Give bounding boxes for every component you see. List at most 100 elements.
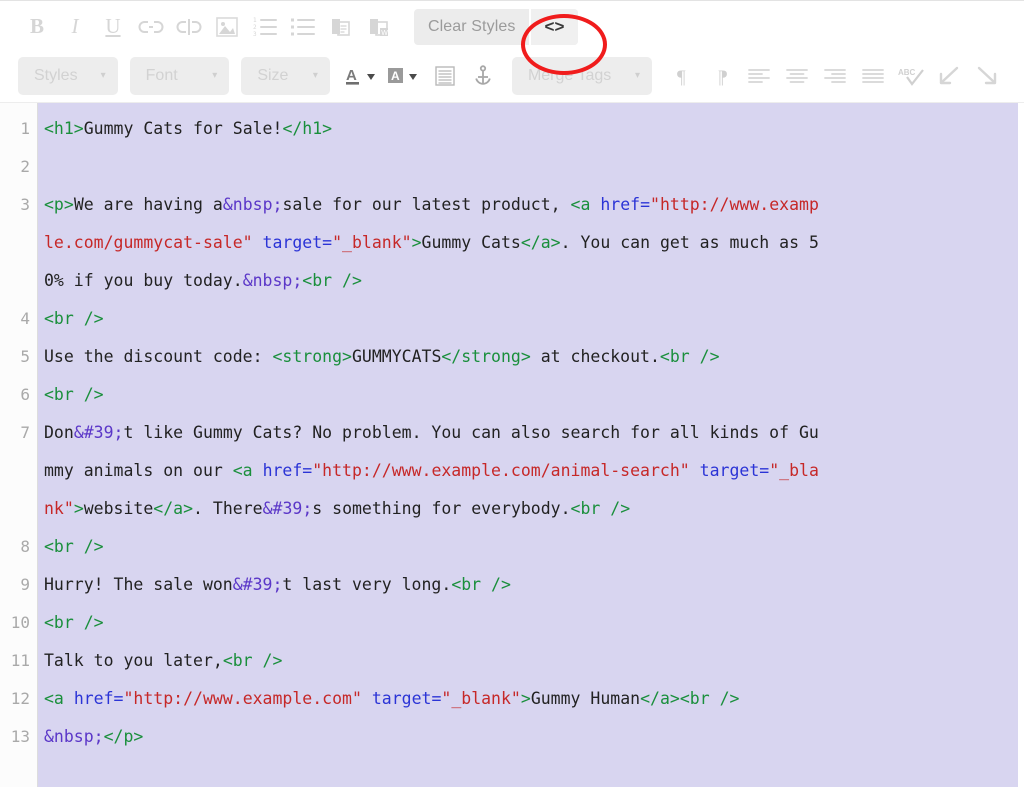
italic-button[interactable]: I <box>56 10 94 44</box>
code-token-tag: <br /> <box>44 385 104 404</box>
source-code-button[interactable]: <> <box>529 9 577 45</box>
svg-text:1: 1 <box>253 17 257 24</box>
code-line[interactable]: <h1>Gummy Cats for Sale!</h1> <box>44 110 1018 148</box>
code-token-attr: target= <box>700 461 770 480</box>
styles-dropdown[interactable]: Styles ▾ <box>18 57 118 95</box>
font-dropdown[interactable]: Font ▾ <box>130 57 230 95</box>
code-line[interactable]: &nbsp;</p> <box>44 718 1018 756</box>
align-center-icon[interactable] <box>778 59 816 93</box>
code-token-tag: </a> <box>521 233 561 252</box>
align-right-icon[interactable] <box>816 59 854 93</box>
align-left-icon[interactable] <box>740 59 778 93</box>
bullet-list-icon[interactable] <box>284 10 322 44</box>
code-token-tag: <br /> <box>44 613 104 632</box>
code-line[interactable]: Talk to you later,<br /> <box>44 642 1018 680</box>
code-token-txt: Gummy Human <box>531 689 640 708</box>
size-dropdown[interactable]: Size ▾ <box>241 57 330 95</box>
chevron-down-icon: ▾ <box>212 70 217 81</box>
code-token-txt: Talk to you later, <box>44 651 223 670</box>
align-justify-icon[interactable] <box>854 59 892 93</box>
code-token-txt: Don <box>44 423 74 442</box>
svg-text:¶: ¶ <box>718 67 727 86</box>
line-number: 5 <box>0 338 37 376</box>
code-token-tag: <h1> <box>44 119 84 138</box>
clear-styles-button[interactable]: Clear Styles <box>414 9 529 45</box>
code-line[interactable]: Hurry! The sale won&#39;t last very long… <box>44 566 1018 604</box>
chevron-down-icon: ▾ <box>101 70 106 81</box>
paste-from-word-icon[interactable]: W <box>360 10 398 44</box>
line-number <box>0 490 37 528</box>
line-number: 8 <box>0 528 37 566</box>
code-token-tag: <a <box>44 689 74 708</box>
code-line[interactable]: <br /> <box>44 376 1018 414</box>
merge-tags-dropdown-label: Merge Tags <box>528 67 611 85</box>
code-token-txt: Hurry! The sale won <box>44 575 233 594</box>
code-token-tag: <p> <box>44 195 74 214</box>
anchor-icon[interactable] <box>464 59 502 93</box>
code-token-str: "http://www.example.com/animal-search" <box>312 461 699 480</box>
code-line[interactable]: <p>We are having a&nbsp;sale for our lat… <box>44 186 1018 224</box>
code-line[interactable]: Use the discount code: <strong>GUMMYCATS… <box>44 338 1018 376</box>
code-token-txt: GUMMYCATS <box>352 347 441 366</box>
code-line[interactable]: Don&#39;t like Gummy Cats? No problem. Y… <box>44 414 1018 452</box>
line-number <box>0 452 37 490</box>
svg-text:2: 2 <box>253 24 257 31</box>
code-token-txt: t last very long. <box>282 575 451 594</box>
bold-button[interactable]: B <box>18 10 56 44</box>
code-line[interactable]: nk">website</a>. There&#39;s something f… <box>44 490 1018 528</box>
code-token-ent: &#39; <box>263 499 313 518</box>
line-number: 2 <box>0 148 37 186</box>
svg-text:¶: ¶ <box>677 67 686 86</box>
redo-icon[interactable] <box>968 59 1006 93</box>
code-line[interactable]: mmy animals on our <a href="http://www.e… <box>44 452 1018 490</box>
code-token-tag: <br /> <box>680 689 740 708</box>
code-token-attr: href= <box>600 195 650 214</box>
code-token-txt: . There <box>193 499 263 518</box>
line-number: 1 <box>0 110 37 148</box>
insert-link-icon[interactable] <box>132 10 170 44</box>
underline-button[interactable]: U <box>94 10 132 44</box>
code-token-tag: <a <box>233 461 263 480</box>
editor-toolbar: B I U <box>0 0 1024 103</box>
code-line[interactable] <box>44 148 1018 186</box>
unlink-icon[interactable] <box>170 10 208 44</box>
code-token-tag: > <box>521 689 531 708</box>
code-token-tag: <br /> <box>660 347 720 366</box>
text-color-icon[interactable]: A <box>342 59 384 93</box>
code-line[interactable]: <br /> <box>44 528 1018 566</box>
undo-icon[interactable] <box>930 59 968 93</box>
code-token-str: le.com/gummycat-sale" <box>44 233 263 252</box>
line-number-gutter: 12345678910111213 <box>0 103 38 787</box>
code-token-tag: > <box>74 499 84 518</box>
code-line[interactable]: le.com/gummycat-sale" target="_blank">Gu… <box>44 224 1018 262</box>
code-line[interactable]: 0% if you buy today.&nbsp;<br /> <box>44 262 1018 300</box>
clear-styles-group: Clear Styles <> <box>414 9 578 45</box>
code-token-tag: </a> <box>640 689 680 708</box>
size-dropdown-label: Size <box>257 67 288 85</box>
line-number: 7 <box>0 414 37 452</box>
svg-text:W: W <box>381 30 388 37</box>
line-number: 11 <box>0 642 37 680</box>
source-code-view[interactable]: 12345678910111213 <h1>Gummy Cats for Sal… <box>0 103 1024 787</box>
code-content[interactable]: <h1>Gummy Cats for Sale!</h1> <p>We are … <box>38 103 1024 787</box>
code-token-tag: <a <box>571 195 601 214</box>
line-number: 10 <box>0 604 37 642</box>
background-color-icon[interactable]: A <box>384 59 426 93</box>
numbered-list-icon[interactable]: 123 <box>246 10 284 44</box>
paragraph-ltr-icon[interactable]: ¶ <box>664 59 702 93</box>
code-token-txt: We are having a <box>74 195 223 214</box>
paragraph-rtl-icon[interactable]: ¶ <box>702 59 740 93</box>
line-number <box>0 262 37 300</box>
insert-image-icon[interactable] <box>208 10 246 44</box>
code-token-tag: <br /> <box>44 309 104 328</box>
spellcheck-icon[interactable]: ABC <box>892 59 930 93</box>
code-token-tag: <br /> <box>302 271 362 290</box>
code-line[interactable]: <br /> <box>44 300 1018 338</box>
code-token-txt: at checkout. <box>531 347 660 366</box>
paste-icon[interactable] <box>322 10 360 44</box>
code-line[interactable]: <a href="http://www.example.com" target=… <box>44 680 1018 718</box>
merge-tags-dropdown[interactable]: Merge Tags ▾ <box>512 57 652 95</box>
code-line[interactable]: <br /> <box>44 604 1018 642</box>
horizontal-rule-icon[interactable] <box>426 59 464 93</box>
code-token-txt: 0% if you buy today. <box>44 271 243 290</box>
